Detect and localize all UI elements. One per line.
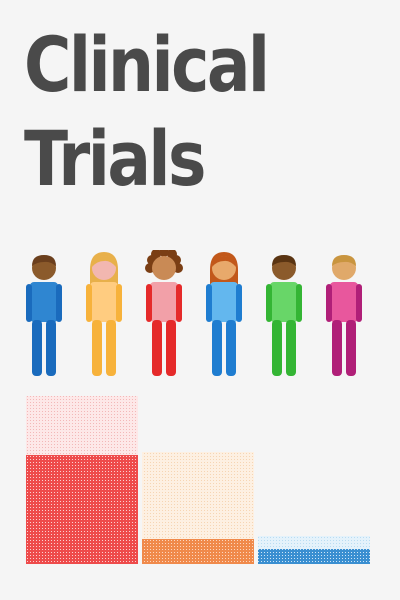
left-arm-shape	[266, 284, 272, 322]
person-icon	[86, 252, 122, 376]
left-arm-shape	[26, 284, 32, 322]
right-arm-shape	[296, 284, 302, 322]
shirt-shape	[210, 282, 238, 322]
person-icon	[145, 250, 183, 376]
right-leg-shape	[46, 320, 56, 376]
left-arm-shape	[146, 284, 152, 322]
block-3-lower	[258, 549, 370, 564]
person-icon	[206, 252, 242, 376]
participant-figure-4	[204, 250, 244, 380]
right-leg-shape	[226, 320, 236, 376]
title-line-1: Clinical	[24, 20, 270, 109]
shirt-shape	[270, 282, 298, 322]
blocks-graphic	[26, 396, 370, 564]
page-title: Clinical Trials	[24, 18, 270, 206]
head-shape	[152, 256, 176, 280]
block-1-lower	[26, 455, 138, 564]
left-leg-shape	[212, 320, 222, 376]
shirt-shape	[30, 282, 58, 322]
right-arm-shape	[236, 284, 242, 322]
title-line-2: Trials	[24, 114, 206, 203]
left-leg-shape	[32, 320, 42, 376]
left-leg-shape	[92, 320, 102, 376]
left-arm-shape	[86, 284, 92, 322]
person-icon	[266, 255, 302, 376]
block-3-upper	[258, 536, 370, 549]
right-leg-shape	[346, 320, 356, 376]
right-arm-shape	[116, 284, 122, 322]
right-arm-shape	[176, 284, 182, 322]
left-leg-shape	[332, 320, 342, 376]
left-leg-shape	[152, 320, 162, 376]
block-2-lower	[142, 539, 254, 564]
dot-grid-blocks	[0, 390, 400, 570]
left-arm-shape	[206, 284, 212, 322]
block-2-upper	[142, 452, 254, 539]
shirt-shape	[150, 282, 178, 322]
left-leg-shape	[272, 320, 282, 376]
right-arm-shape	[356, 284, 362, 322]
participant-figures	[0, 250, 400, 380]
shirt-shape	[90, 282, 118, 322]
person-icon	[326, 255, 362, 376]
block-1-upper	[26, 396, 138, 455]
right-arm-shape	[56, 284, 62, 322]
participant-figure-2	[84, 250, 124, 380]
person-icon	[26, 255, 62, 376]
participant-figure-6	[324, 250, 364, 380]
participant-figure-5	[264, 250, 304, 380]
left-arm-shape	[326, 284, 332, 322]
right-leg-shape	[106, 320, 116, 376]
participant-figure-3	[144, 250, 184, 380]
participant-figure-1	[24, 250, 64, 380]
shirt-shape	[330, 282, 358, 322]
right-leg-shape	[166, 320, 176, 376]
right-leg-shape	[286, 320, 296, 376]
